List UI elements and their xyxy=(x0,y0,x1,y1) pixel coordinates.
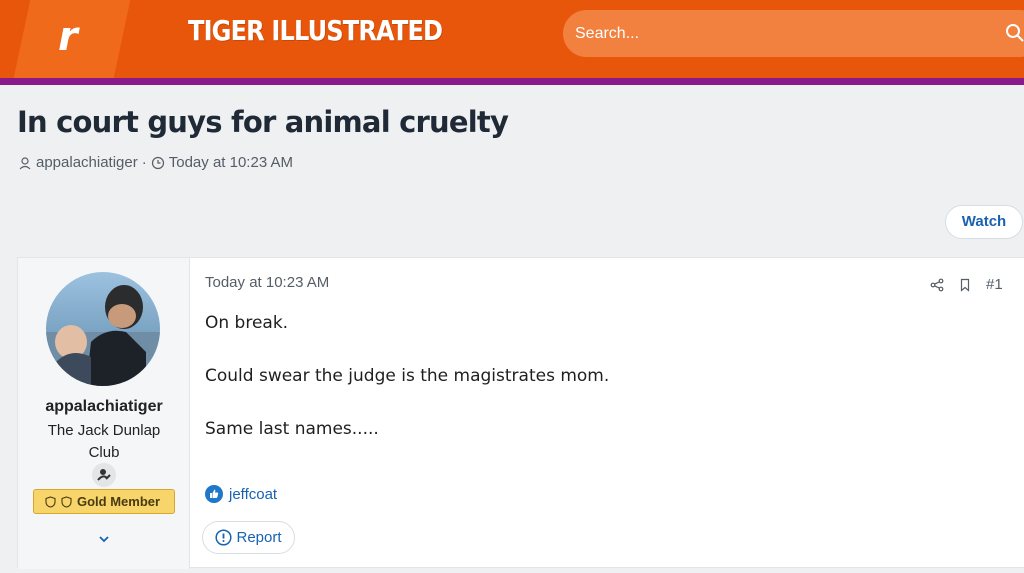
site-name[interactable]: TIGER ILLUSTRATED xyxy=(188,14,443,47)
post: appalachiatiger The Jack Dunlap Club Gol… xyxy=(17,257,1024,569)
reactions-bar[interactable]: jeffcoat xyxy=(205,485,277,503)
logo[interactable]: r xyxy=(58,14,78,60)
chevron-down-icon[interactable] xyxy=(96,533,112,545)
user-title: The Jack Dunlap Club xyxy=(47,422,161,461)
report-button[interactable]: Report xyxy=(202,521,295,554)
clock-icon xyxy=(151,156,164,169)
post-user-info: appalachiatiger The Jack Dunlap Club Gol… xyxy=(18,258,190,569)
post-line: Same last names..... xyxy=(205,419,379,439)
bookmark-icon[interactable] xyxy=(958,278,972,292)
shield-icon xyxy=(45,495,56,508)
post-line: Could swear the judge is the magistrates… xyxy=(205,366,610,386)
share-icon[interactable] xyxy=(930,278,944,292)
post-line: On break. xyxy=(205,313,289,333)
user-icon xyxy=(19,156,31,169)
thread-author[interactable]: appalachiatiger xyxy=(36,154,138,171)
search-icon[interactable] xyxy=(1005,23,1024,43)
badge-label: Gold Member xyxy=(77,494,161,509)
like-icon xyxy=(205,485,223,503)
post-number[interactable]: #1 xyxy=(986,276,1003,293)
report-icon xyxy=(215,529,233,546)
report-label: Report xyxy=(236,529,282,546)
user-badge-icon xyxy=(92,463,116,487)
post-body: On break. Could swear the judge is the m… xyxy=(205,312,609,471)
reaction-user[interactable]: jeffcoat xyxy=(229,486,277,503)
gold-member-badge: Gold Member xyxy=(33,489,175,514)
shield-icon xyxy=(61,495,72,508)
site-header: r TIGER ILLUSTRATED xyxy=(0,0,1024,78)
watch-button[interactable]: Watch xyxy=(945,205,1023,239)
thread-date[interactable]: Today at 10:23 AM xyxy=(169,154,293,171)
search-box[interactable] xyxy=(563,10,1024,57)
search-input[interactable] xyxy=(575,20,995,48)
page-title: In court guys for animal cruelty xyxy=(17,105,509,139)
avatar[interactable] xyxy=(46,272,160,386)
post-username[interactable]: appalachiatiger xyxy=(18,398,190,416)
meta-separator: · xyxy=(141,154,147,171)
post-actions: #1 xyxy=(930,276,1003,293)
post-date[interactable]: Today at 10:23 AM xyxy=(205,274,329,291)
header-stripe xyxy=(0,78,1024,85)
thread-meta: appalachiatiger · Today at 10:23 AM xyxy=(18,154,293,171)
